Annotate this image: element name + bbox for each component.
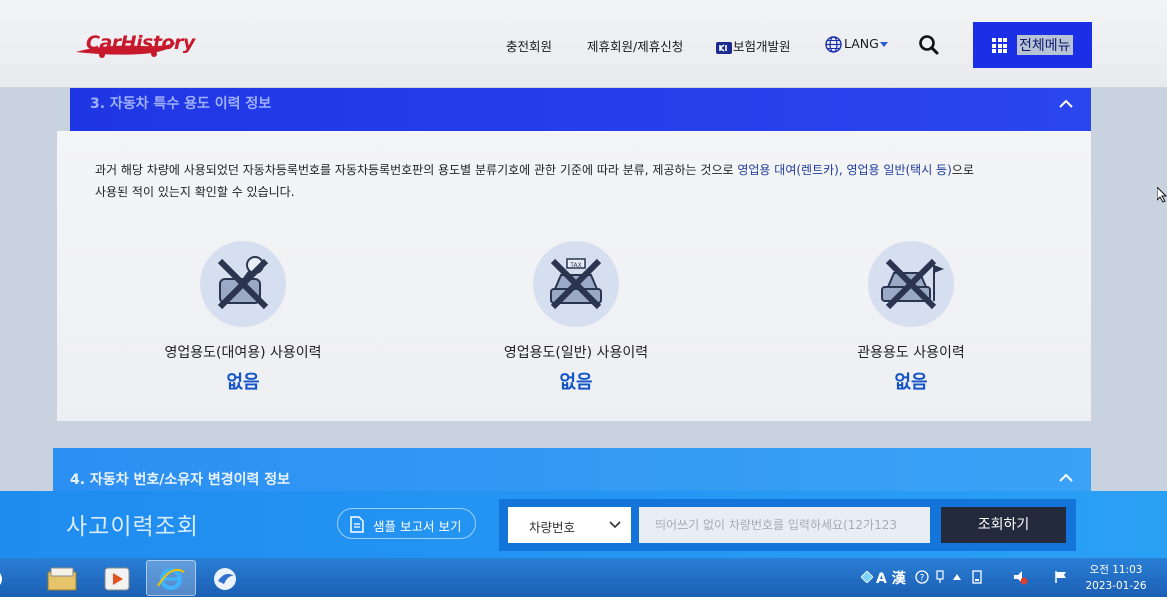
section4-title: 4. 자동차 번호/소유자 변경이력 정보	[70, 472, 290, 488]
government-car-icon	[868, 241, 954, 327]
document-icon	[350, 516, 364, 533]
section3-header[interactable]: 3. 자동차 특수 용도 이력 정보	[70, 88, 1091, 131]
submit-search-button[interactable]: 조회하기	[941, 507, 1066, 543]
chevron-up-icon[interactable]	[1059, 471, 1073, 485]
start-button-icon[interactable]	[0, 570, 8, 588]
search-bar-title: 사고이력조회	[66, 514, 199, 540]
rental-use-card: 영업용도(대여용) 사용이력 없음	[123, 241, 363, 394]
taxi-use-value: 없음	[559, 372, 593, 393]
internet-explorer-icon[interactable]	[156, 566, 186, 592]
description-line2: 사용된 적이 있는지 확인할 수 있습니다.	[95, 185, 295, 199]
volume-muted-icon[interactable]	[1012, 569, 1028, 585]
clock-time: 오전 11:03	[1089, 564, 1143, 576]
app-icon[interactable]	[210, 566, 240, 592]
ime-tool-icon[interactable]	[935, 570, 945, 584]
all-menu-button[interactable]: 전체메뉴	[973, 22, 1092, 68]
nav-charge-member[interactable]: 충전회원	[506, 36, 552, 55]
section3-title: 3. 자동차 특수 용도 이력 정보	[90, 96, 272, 112]
tray-expand-icon[interactable]	[953, 574, 961, 580]
government-use-value: 없음	[894, 372, 928, 393]
device-icon[interactable]	[970, 569, 984, 585]
nav-insurance[interactable]: 보험개발원	[716, 36, 791, 55]
taxi-use-card: TAX 영업용도(일반) 사용이력 없음	[456, 241, 696, 394]
chevron-down-icon	[609, 521, 621, 529]
section4-header[interactable]: 4. 자동차 번호/소유자 변경이력 정보	[53, 448, 1091, 493]
nav-partner[interactable]: 제휴회원/제휴신청	[587, 36, 683, 55]
description-text: 과거 해당 차량에 사용되었던 자동차등록번호를 자동차등록번호판의 용도별 분…	[95, 163, 738, 177]
taxi-use-label: 영업용도(일반) 사용이력	[503, 345, 649, 361]
all-menu-label: 전체메뉴	[1017, 35, 1073, 55]
government-use-card: 관용용도 사용이력 없음	[791, 241, 1031, 394]
search-form: 차량번호 조회하기	[499, 499, 1076, 551]
grid-menu-icon	[992, 38, 1007, 53]
mouse-cursor-icon	[1157, 187, 1167, 203]
kidi-icon	[716, 41, 732, 54]
chevron-up-icon[interactable]	[1059, 97, 1073, 111]
nav-lang-label: LANG	[844, 36, 879, 51]
rental-use-value: 없음	[226, 372, 260, 393]
ime-indicator[interactable]: A 漢	[876, 568, 906, 588]
government-use-label: 관용용도 사용이력	[857, 345, 965, 361]
section3-description: 과거 해당 차량에 사용되었던 자동차등록번호를 자동차등록번호판의 용도별 분…	[95, 159, 1035, 203]
clock-date: 2023-01-26	[1085, 580, 1147, 592]
sample-report-button[interactable]: 샘플 보고서 보기	[337, 508, 476, 539]
rental-car-key-icon	[200, 241, 286, 327]
carhistory-logo[interactable]: CarHistory	[72, 28, 195, 62]
nav-lang[interactable]: LANG	[825, 36, 888, 53]
search-button[interactable]	[917, 33, 941, 57]
top-header: CarHistory 충전회원 제휴회원/제휴신청 보험개발원 LANG 전체메…	[0, 0, 1167, 88]
search-type-value: 차량번호	[529, 520, 576, 535]
windows-taskbar: A 漢 ? 오전 11:03 2023-01-26	[0, 558, 1167, 597]
media-player-icon[interactable]	[102, 566, 132, 592]
sample-report-label: 샘플 보고서 보기	[373, 519, 462, 534]
diamond-tray-icon[interactable]	[861, 571, 873, 583]
plate-number-input[interactable]	[639, 507, 930, 543]
search-type-select[interactable]: 차량번호	[508, 507, 631, 543]
search-icon	[919, 35, 939, 55]
caret-down-icon	[879, 42, 888, 47]
description-highlight: 영업용 대여(렌트카), 영업용 일반(택시 등)	[737, 163, 952, 177]
help-icon[interactable]: ?	[915, 570, 929, 584]
logo-text: CarHistory	[86, 32, 195, 54]
system-clock[interactable]: 오전 11:03 2023-01-26	[1085, 562, 1147, 594]
action-center-flag-icon[interactable]	[1054, 570, 1068, 584]
globe-icon	[825, 36, 842, 53]
description-text-end: 으로	[951, 163, 974, 177]
file-explorer-icon[interactable]	[47, 566, 77, 592]
taxi-icon: TAX	[533, 241, 619, 327]
svg-text:TAX: TAX	[569, 262, 581, 269]
rental-use-label: 영업용도(대여용) 사용이력	[164, 345, 322, 361]
accident-history-search-bar: 사고이력조회 샘플 보고서 보기 차량번호 조회하기	[0, 491, 1167, 558]
section3-panel: 과거 해당 차량에 사용되었던 자동차등록번호를 자동차등록번호판의 용도별 분…	[57, 131, 1091, 421]
svg-text:?: ?	[920, 574, 925, 584]
nav-insurance-label: 보험개발원	[733, 39, 791, 54]
